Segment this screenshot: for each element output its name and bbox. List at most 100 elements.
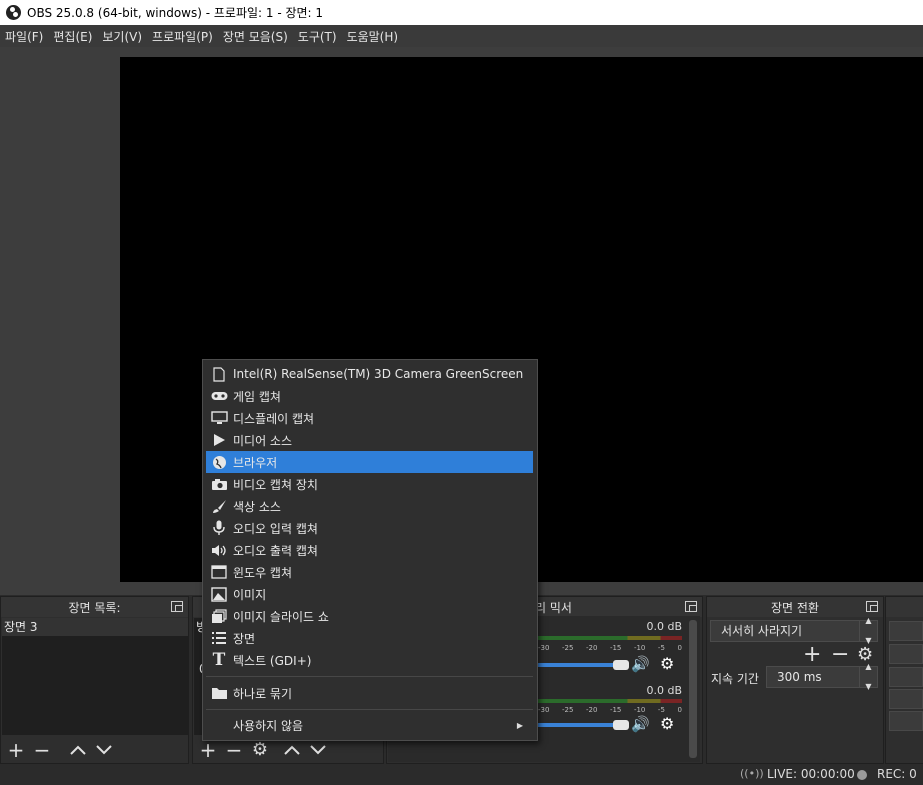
channel-1-ticks: -30 -25 -20 -15 -10 -5 0 <box>538 644 682 652</box>
add-source-plus-icon[interactable]: + <box>197 739 219 761</box>
rec-dot-icon <box>857 770 867 780</box>
scenes-dock-label: 장면 목록: <box>68 600 121 615</box>
menu-item-deprecated[interactable]: 사용하지 않음 ▶ <box>206 714 533 736</box>
tick-label: 0 <box>677 706 682 714</box>
menu-bar: 파일(F) 편집(E) 보기(V) 프로파일(P) 장면 모음(S) 도구(T)… <box>0 25 923 47</box>
remove-transition-minus-icon[interactable]: − <box>831 642 849 667</box>
source-up-chevron-icon[interactable] <box>281 739 303 761</box>
transition-select[interactable]: 서서히 사라지기 ▲ ▼ <box>710 616 878 645</box>
menu-item-window-capture[interactable]: 윈도우 캡쳐 <box>206 561 533 583</box>
channel-1-speaker-icon[interactable]: 🔊 <box>631 655 650 673</box>
menu-item-label: 브라우저 <box>233 455 278 470</box>
channel-2-ticks: -30 -25 -20 -15 -10 -5 0 <box>538 706 682 714</box>
tick-label: -20 <box>585 706 598 714</box>
source-down-chevron-icon[interactable] <box>307 739 329 761</box>
menu-item-image-slideshow[interactable]: 이미지 슬라이드 쇼 <box>206 605 533 627</box>
channel-1-volume-slider[interactable] <box>538 663 613 667</box>
slideshow-icon <box>209 608 229 624</box>
text-icon: T <box>212 650 226 670</box>
channel-1-db: 0.0 dB <box>646 620 682 633</box>
menu-item-label: 이미지 슬라이드 쇼 <box>233 609 329 624</box>
image-icon <box>209 586 229 602</box>
move-up-chevron-icon[interactable] <box>67 739 89 761</box>
camera-icon <box>209 476 229 492</box>
menu-file[interactable]: 파일(F) <box>4 28 50 45</box>
mixer-dock-label: 리 믹서 <box>535 600 572 615</box>
menu-item-image[interactable]: 이미지 <box>206 583 533 605</box>
tick-label: -25 <box>561 644 574 652</box>
duration-label: 지속 기간 <box>711 672 759 686</box>
menu-item-scene[interactable]: 장면 <box>206 627 533 649</box>
channel-2-volume-handle[interactable] <box>613 720 629 730</box>
menu-item-color-source[interactable]: 색상 소스 <box>206 495 533 517</box>
mixer-scrollbar[interactable] <box>689 620 697 758</box>
channel-1-volume-handle[interactable] <box>613 660 629 670</box>
menu-item-browser[interactable]: 브라우저 <box>206 451 533 473</box>
menu-item-label: 텍스트 (GDI+) <box>233 653 312 668</box>
transitions-dock-title: 장면 전환 <box>707 597 883 617</box>
menu-item-audio-input[interactable]: 오디오 입력 캡쳐 <box>206 517 533 539</box>
menu-item-label: 윈도우 캡쳐 <box>233 565 293 580</box>
remove-source-minus-icon[interactable]: − <box>223 739 245 761</box>
live-signal-icon: ((•)) <box>740 767 764 780</box>
scene-list[interactable]: 장면 3 <box>2 618 188 735</box>
menu-item-game-capture[interactable]: 게임 캡쳐 <box>206 385 533 407</box>
microphone-icon <box>209 520 229 536</box>
channel-1-gear-icon[interactable]: ⚙ <box>660 654 674 673</box>
file-icon <box>209 366 229 382</box>
obs-logo-icon <box>6 5 21 20</box>
updown-arrow-icon[interactable]: ▲ ▼ <box>859 616 877 645</box>
menu-item-label: 이미지 <box>233 587 267 602</box>
menu-item-audio-output[interactable]: 오디오 출력 캡쳐 <box>206 539 533 561</box>
menu-help[interactable]: 도움말(H) <box>346 28 406 45</box>
blank-icon <box>209 717 229 733</box>
source-properties-gear-icon[interactable]: ⚙ <box>249 739 271 761</box>
menu-item-label: 하나로 묶기 <box>233 686 293 701</box>
menu-item-realsense[interactable]: Intel(R) RealSense(TM) 3D Camera GreenSc… <box>206 363 533 385</box>
control-button-1[interactable] <box>889 621 923 641</box>
menu-item-display-capture[interactable]: 디스플레이 캡쳐 <box>206 407 533 429</box>
control-button-3[interactable] <box>889 667 923 687</box>
add-transition-plus-icon[interactable]: + <box>803 642 821 667</box>
channel-2-gear-icon[interactable]: ⚙ <box>660 714 674 733</box>
spin-arrows-icon[interactable]: ▲ ▼ <box>859 662 877 691</box>
menu-scene-collection[interactable]: 장면 모음(S) <box>222 28 295 45</box>
menu-item-text-gdi[interactable]: T 텍스트 (GDI+) <box>206 649 533 671</box>
add-source-context-menu: Intel(R) RealSense(TM) 3D Camera GreenSc… <box>202 359 538 741</box>
control-button-5[interactable] <box>889 711 923 731</box>
control-button-4[interactable] <box>889 689 923 709</box>
move-down-chevron-icon[interactable] <box>93 739 115 761</box>
menu-tools[interactable]: 도구(T) <box>297 28 344 45</box>
live-timer: LIVE: 00:00:00 <box>767 767 855 781</box>
menu-item-label: 오디오 입력 캡쳐 <box>233 521 318 536</box>
menu-profile[interactable]: 프로파일(P) <box>151 28 220 45</box>
menu-item-label: 오디오 출력 캡쳐 <box>233 543 318 558</box>
add-scene-plus-icon[interactable]: + <box>5 739 27 761</box>
duration-spinbox[interactable]: 300 ms ▲ ▼ <box>766 662 878 691</box>
play-icon <box>209 432 229 448</box>
remove-scene-minus-icon[interactable]: − <box>31 739 53 761</box>
channel-1-meter <box>538 636 682 640</box>
channel-2-meter <box>538 699 682 703</box>
channel-2-volume-slider[interactable] <box>538 723 613 727</box>
gamepad-icon <box>209 388 229 404</box>
undock-icon[interactable] <box>171 601 183 612</box>
scenes-dock-title: 장면 목록: <box>1 597 188 617</box>
menu-item-video-capture[interactable]: 비디오 캡쳐 장치 <box>206 473 533 495</box>
controls-dock-title <box>886 597 923 617</box>
menu-item-label: Intel(R) RealSense(TM) 3D Camera GreenSc… <box>233 367 524 381</box>
brush-icon <box>209 498 229 514</box>
scene-item[interactable]: 장면 3 <box>2 618 188 636</box>
scenes-toolbar: + − <box>1 737 115 763</box>
tick-label: -10 <box>633 644 646 652</box>
tick-label: -30 <box>538 706 550 714</box>
menu-item-media-source[interactable]: 미디어 소스 <box>206 429 533 451</box>
control-button-2[interactable] <box>889 644 923 664</box>
menu-item-group[interactable]: 하나로 묶기 <box>206 682 533 704</box>
scenes-dock: 장면 목록: 장면 3 + − <box>0 596 189 764</box>
menu-edit[interactable]: 편집(E) <box>52 28 99 45</box>
channel-2-speaker-icon[interactable]: 🔊 <box>631 715 650 733</box>
undock-icon[interactable] <box>685 601 697 612</box>
window-icon <box>209 564 229 580</box>
menu-view[interactable]: 보기(V) <box>101 28 149 45</box>
